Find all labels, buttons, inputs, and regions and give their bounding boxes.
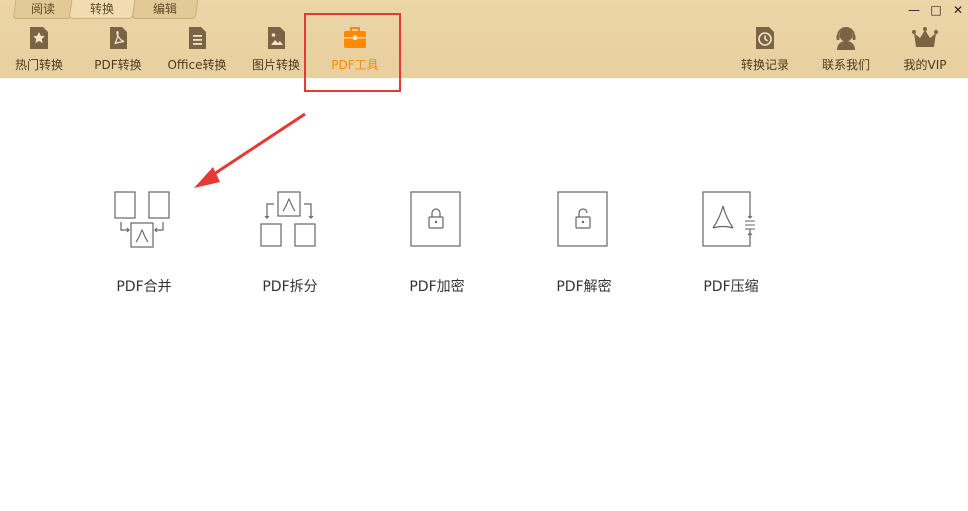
- toolbar-history[interactable]: 转换记录: [737, 24, 793, 76]
- tool-pdf-decrypt[interactable]: PDF解密: [534, 190, 634, 296]
- pdf-compress-icon: [702, 191, 756, 247]
- maximize-button[interactable]: □: [929, 3, 943, 17]
- toolbar-pdf-convert-label: PDF转换: [94, 58, 142, 72]
- toolbar-office-convert-label: Office转换: [167, 58, 227, 72]
- tab-convert-label: 转换: [89, 2, 114, 16]
- toolbar-history-label: 转换记录: [740, 58, 789, 72]
- tool-pdf-split[interactable]: PDF拆分: [240, 190, 340, 296]
- tool-pdf-encrypt[interactable]: PDF加密: [387, 190, 487, 296]
- tab-edit-label: 编辑: [152, 2, 177, 16]
- pdf-file-icon: [110, 27, 127, 49]
- toolbar-image-convert-label: 图片转换: [251, 58, 300, 72]
- toolbar-contact-label: 联系我们: [821, 58, 870, 72]
- top-toolbar: 阅读 转换 编辑 — □ ✕ 热门转换 PDF转换 Office转换 图片转换 …: [0, 0, 968, 78]
- close-button[interactable]: ✕: [951, 3, 965, 17]
- toolbar-pdf-convert[interactable]: PDF转换: [91, 24, 145, 76]
- star-file-icon: [30, 27, 48, 49]
- tool-pdf-split-label: PDF拆分: [262, 279, 318, 295]
- toolbar-office-convert[interactable]: Office转换: [165, 24, 229, 76]
- tab-edit[interactable]: 编辑: [131, 0, 199, 19]
- tab-read[interactable]: 阅读: [12, 0, 74, 19]
- doc-file-icon: [189, 27, 206, 49]
- tool-pdf-merge[interactable]: PDF合并: [94, 190, 194, 296]
- highlight-box: [304, 13, 401, 92]
- tool-pdf-decrypt-label: PDF解密: [556, 279, 612, 295]
- toolbar-vip[interactable]: 我的VIP: [899, 24, 951, 76]
- tab-convert[interactable]: 转换: [68, 0, 136, 19]
- tool-pdf-merge-label: PDF合并: [116, 279, 172, 295]
- pdf-unlock-icon: [557, 191, 608, 247]
- headset-icon: [836, 27, 856, 50]
- history-clock-icon: [756, 27, 774, 49]
- tool-pdf-compress-label: PDF压缩: [703, 279, 759, 295]
- toolbar-hot-convert[interactable]: 热门转换: [11, 24, 67, 76]
- pdf-split-icon: [260, 191, 316, 247]
- pdf-merge-icon: [114, 191, 170, 248]
- minimize-button[interactable]: —: [907, 3, 921, 17]
- toolbar-vip-label: 我的VIP: [903, 58, 947, 72]
- tool-pdf-encrypt-label: PDF加密: [409, 279, 465, 295]
- tab-strip: 阅读 转换 编辑: [0, 0, 968, 20]
- toolbar-image-convert[interactable]: 图片转换: [249, 24, 303, 76]
- pdf-lock-icon: [410, 191, 461, 247]
- tab-read-label: 阅读: [30, 2, 55, 16]
- tool-pdf-compress[interactable]: PDF压缩: [681, 190, 781, 296]
- toolbar-contact[interactable]: 联系我们: [818, 24, 874, 76]
- image-file-icon: [268, 27, 285, 49]
- toolbar-hot-convert-label: 热门转换: [14, 58, 63, 72]
- crown-icon: [912, 27, 938, 47]
